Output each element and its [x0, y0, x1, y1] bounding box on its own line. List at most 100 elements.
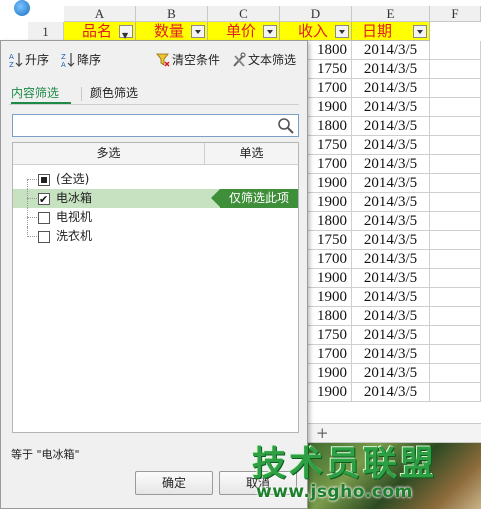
income-cell[interactable]: 1750 [308, 326, 352, 345]
column-header-C[interactable]: C [208, 6, 280, 22]
column-header-E[interactable]: E [352, 6, 430, 22]
empty-cell[interactable] [430, 231, 481, 250]
income-cell[interactable]: 1900 [308, 364, 352, 383]
empty-cell[interactable] [430, 117, 481, 136]
list-item-television[interactable]: 电视机 [13, 208, 298, 227]
list-item-washing-machine[interactable]: 洗衣机 [13, 227, 298, 246]
date-cell[interactable]: 2014/3/5 [352, 326, 430, 345]
income-cell[interactable]: 1700 [308, 79, 352, 98]
income-cell[interactable]: 1900 [308, 269, 352, 288]
empty-cell[interactable] [430, 155, 481, 174]
column-header-F[interactable]: F [430, 6, 481, 22]
date-cell[interactable]: 2014/3/5 [352, 269, 430, 288]
date-cell[interactable]: 2014/3/5 [352, 383, 430, 402]
empty-cell[interactable] [430, 326, 481, 345]
empty-cell[interactable] [430, 60, 481, 79]
empty-cell[interactable] [430, 288, 481, 307]
income-cell[interactable]: 1700 [308, 345, 352, 364]
income-cell[interactable]: 1900 [308, 174, 352, 193]
empty-cell[interactable] [430, 250, 481, 269]
search-icon[interactable] [277, 117, 295, 135]
tab-content-filter[interactable]: 内容筛选 [11, 83, 71, 104]
column-header-B[interactable]: B [136, 6, 208, 22]
empty-cell[interactable] [430, 136, 481, 155]
empty-cell[interactable] [430, 345, 481, 364]
date-cell[interactable]: 2014/3/5 [352, 345, 430, 364]
header-cell-date[interactable]: 日期 [352, 22, 430, 41]
date-cell[interactable]: 2014/3/5 [352, 117, 430, 136]
tab-color-filter[interactable]: 颜色筛选 [90, 83, 150, 104]
income-cell[interactable]: 1900 [308, 98, 352, 117]
income-cell[interactable]: 1800 [308, 307, 352, 326]
income-cell[interactable]: 1800 [308, 212, 352, 231]
date-cell[interactable]: 2014/3/5 [352, 79, 430, 98]
empty-cell[interactable] [430, 41, 481, 60]
filter-tabs: 内容筛选 颜色筛选 [9, 83, 299, 105]
filter-dropdown-icon[interactable] [263, 25, 277, 38]
checkbox-washing-machine[interactable] [38, 231, 50, 243]
date-cell[interactable]: 2014/3/5 [352, 174, 430, 193]
filter-dropdown-icon[interactable] [413, 25, 427, 38]
single-select-header[interactable]: 单选 [205, 143, 298, 164]
income-cell[interactable]: 1700 [308, 250, 352, 269]
empty-cell[interactable] [430, 98, 481, 117]
date-cell[interactable]: 2014/3/5 [352, 231, 430, 250]
sort-descending-button[interactable]: Z A 降序 [61, 49, 101, 71]
filter-active-icon[interactable] [119, 25, 133, 45]
search-input[interactable] [15, 116, 273, 135]
column-header-D[interactable]: D [280, 6, 352, 22]
multi-select-header[interactable]: 多选 [13, 143, 204, 164]
empty-cell[interactable] [430, 307, 481, 326]
checkbox-select-all[interactable] [38, 174, 50, 186]
date-cell[interactable]: 2014/3/5 [352, 136, 430, 155]
date-cell[interactable]: 2014/3/5 [352, 155, 430, 174]
date-cell[interactable]: 2014/3/5 [352, 98, 430, 117]
list-item-label: 电视机 [56, 210, 93, 224]
date-cell[interactable]: 2014/3/5 [352, 193, 430, 212]
income-cell[interactable]: 1750 [308, 136, 352, 155]
svg-text:Z: Z [9, 61, 14, 68]
checkbox-refrigerator[interactable] [38, 190, 50, 209]
empty-cell[interactable] [430, 269, 481, 288]
date-cell[interactable]: 2014/3/5 [352, 60, 430, 79]
ok-button[interactable]: 确定 [135, 471, 213, 495]
row-header-1[interactable]: 1 [28, 22, 64, 41]
income-cell[interactable]: 1800 [308, 117, 352, 136]
cancel-button[interactable]: 取消 [219, 471, 297, 495]
table-row: 1900 2014/3/5 [308, 193, 481, 212]
filter-dropdown-icon[interactable] [335, 25, 349, 38]
sort-ascending-button[interactable]: A Z 升序 [9, 49, 49, 71]
add-sheet-button[interactable]: + [316, 424, 329, 442]
header-cell-price[interactable]: 单价 [208, 22, 280, 41]
filter-dropdown-icon[interactable] [191, 25, 205, 38]
empty-cell[interactable] [430, 383, 481, 402]
income-cell[interactable]: 1900 [308, 288, 352, 307]
empty-cell[interactable] [430, 193, 481, 212]
empty-cell[interactable] [430, 79, 481, 98]
income-cell[interactable]: 1700 [308, 155, 352, 174]
list-item-select-all[interactable]: (全选) [13, 170, 298, 189]
header-cell-quantity[interactable]: 数量 [136, 22, 208, 41]
clear-conditions-button[interactable]: 清空条件 [156, 49, 220, 71]
date-cell[interactable]: 2014/3/5 [352, 212, 430, 231]
date-cell[interactable]: 2014/3/5 [352, 307, 430, 326]
filter-only-this-button[interactable]: 仅筛选此项 [211, 189, 298, 208]
income-cell[interactable]: 1900 [308, 193, 352, 212]
income-cell[interactable]: 1800 [308, 41, 352, 60]
checkbox-television[interactable] [38, 212, 50, 224]
empty-cell[interactable] [430, 212, 481, 231]
income-cell[interactable]: 1750 [308, 231, 352, 250]
income-cell[interactable]: 1750 [308, 60, 352, 79]
text-filter-button[interactable]: 文本筛选 [232, 49, 296, 71]
empty-cell[interactable] [430, 364, 481, 383]
list-item-refrigerator[interactable]: 电冰箱 仅筛选此项 [13, 189, 298, 209]
header-cell-product[interactable]: 品名 [64, 22, 136, 45]
date-cell[interactable]: 2014/3/5 [352, 250, 430, 269]
date-cell[interactable]: 2014/3/5 [352, 288, 430, 307]
income-cell[interactable]: 1900 [308, 383, 352, 402]
date-cell[interactable]: 2014/3/5 [352, 41, 430, 60]
header-cell-income[interactable]: 收入 [280, 22, 352, 41]
empty-cell[interactable] [430, 174, 481, 193]
column-header-A[interactable]: A [64, 6, 136, 22]
date-cell[interactable]: 2014/3/5 [352, 364, 430, 383]
